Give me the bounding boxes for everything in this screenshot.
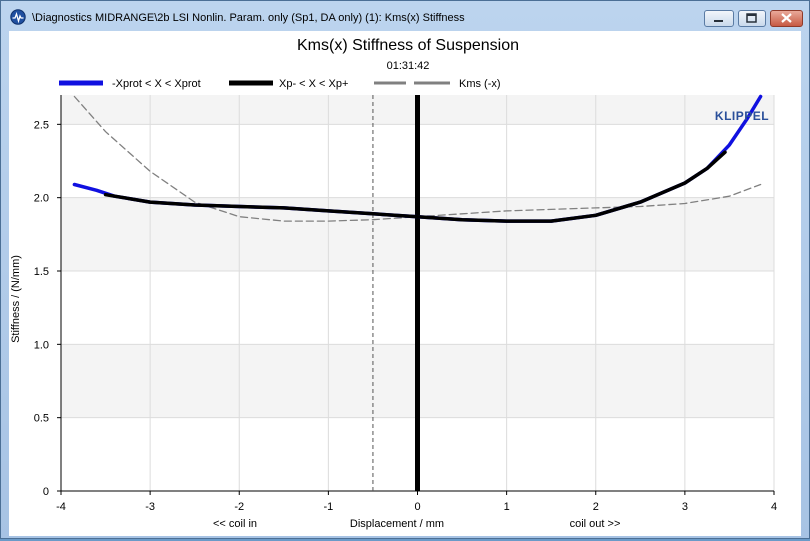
y-tick-label: 1.0 bbox=[34, 339, 49, 351]
x-axis-right-hint: coil out >> bbox=[570, 518, 621, 530]
x-tick-label: -4 bbox=[56, 501, 66, 513]
chart-subtitle: 01:31:42 bbox=[387, 60, 430, 72]
x-tick-label: 0 bbox=[414, 501, 420, 513]
x-tick-label: 4 bbox=[771, 501, 777, 513]
stiffness-chart: Kms(x) Stiffness of Suspension 01:31:42 … bbox=[10, 37, 777, 530]
window-title: \Diagnostics MIDRANGE\2b LSI Nonlin. Par… bbox=[32, 12, 465, 24]
title-bar[interactable]: \Diagnostics MIDRANGE\2b LSI Nonlin. Par… bbox=[1, 1, 809, 31]
legend: -Xprot < X < Xprot Xp- < X < Xp+ Kms (-x) bbox=[59, 78, 501, 90]
y-axis-label: Stiffness / (N/mm) bbox=[10, 255, 22, 343]
x-axis-left-hint: << coil in bbox=[213, 518, 257, 530]
maximize-icon bbox=[746, 13, 757, 23]
minimize-button[interactable] bbox=[704, 10, 734, 27]
x-tick-label: -3 bbox=[145, 501, 155, 513]
x-tick-label: 2 bbox=[593, 501, 599, 513]
x-tick-label: -1 bbox=[323, 501, 333, 513]
chart-area: Kms(x) Stiffness of Suspension 01:31:42 … bbox=[9, 31, 801, 536]
minimize-icon bbox=[714, 20, 723, 22]
app-icon bbox=[10, 9, 26, 25]
legend-label: Kms (-x) bbox=[459, 78, 501, 90]
y-tick-label: 2.5 bbox=[34, 119, 49, 131]
klippel-logo: KLIPPEL bbox=[715, 109, 769, 123]
y-tick-label: 0.5 bbox=[34, 413, 49, 425]
plot-area: -4 -3 -2 -1 0 1 2 3 4 0 0.5 1.0 1.5 2.0 2.5 bbox=[34, 94, 777, 513]
y-tick-label: 0 bbox=[43, 486, 49, 498]
x-axis-label: Displacement / mm bbox=[350, 518, 444, 530]
maximize-button[interactable] bbox=[738, 10, 766, 27]
legend-label: -Xprot < X < Xprot bbox=[112, 78, 201, 90]
x-tick-label: 1 bbox=[504, 501, 510, 513]
y-tick-label: 2.0 bbox=[34, 193, 49, 205]
chart-title: Kms(x) Stiffness of Suspension bbox=[297, 37, 519, 54]
close-icon bbox=[781, 13, 792, 23]
application-window: \Diagnostics MIDRANGE\2b LSI Nonlin. Par… bbox=[0, 0, 810, 539]
x-tick-label: -2 bbox=[234, 501, 244, 513]
close-button[interactable] bbox=[770, 10, 803, 27]
x-tick-label: 3 bbox=[682, 501, 688, 513]
y-tick-label: 1.5 bbox=[34, 266, 49, 278]
legend-label: Xp- < X < Xp+ bbox=[279, 78, 348, 90]
